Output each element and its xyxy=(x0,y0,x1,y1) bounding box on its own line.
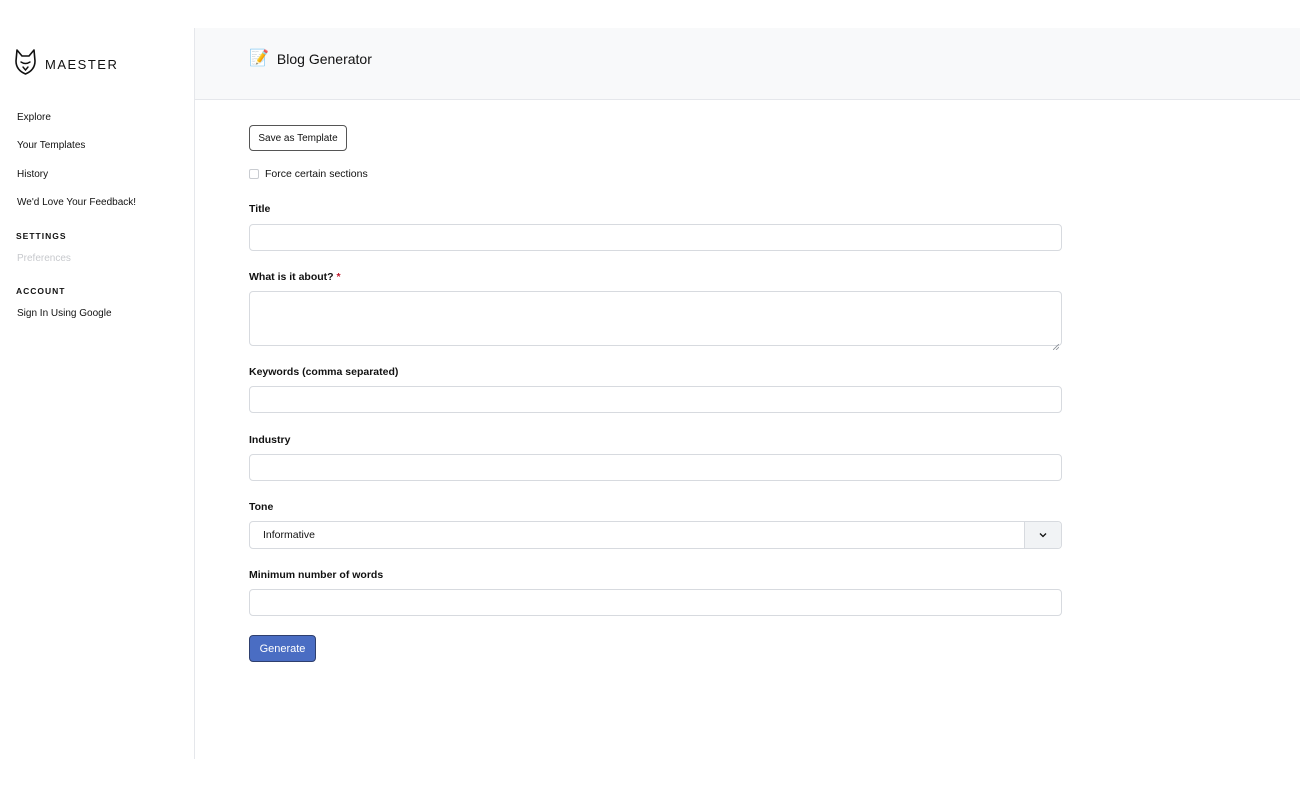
min-words-input[interactable] xyxy=(249,589,1062,616)
about-label: What is it about? * xyxy=(249,271,341,283)
tone-select[interactable]: Informative xyxy=(249,521,1062,549)
generate-button[interactable]: Generate xyxy=(249,635,316,662)
brand-name: MAESTER xyxy=(45,57,119,72)
tone-selected-value: Informative xyxy=(263,529,315,541)
sidebar-item-history[interactable]: History xyxy=(17,169,48,180)
memo-icon: 📝 xyxy=(249,50,269,67)
chevron-down-icon[interactable] xyxy=(1024,522,1061,548)
sidebar-item-feedback[interactable]: We'd Love Your Feedback! xyxy=(17,197,136,208)
title-input[interactable] xyxy=(249,224,1062,251)
brand[interactable]: MAESTER xyxy=(14,48,118,81)
required-mark: * xyxy=(336,271,341,283)
sidebar-item-your-templates[interactable]: Your Templates xyxy=(17,140,85,151)
keywords-label: Keywords (comma separated) xyxy=(249,366,399,378)
title-label: Title xyxy=(249,203,271,215)
force-sections-checkbox[interactable] xyxy=(249,169,259,179)
about-textarea[interactable] xyxy=(249,291,1062,351)
save-as-template-button[interactable]: Save as Template xyxy=(249,125,347,151)
sidebar-item-explore[interactable]: Explore xyxy=(17,112,51,123)
fox-head-icon xyxy=(14,48,37,81)
about-label-text: What is it about? xyxy=(249,271,334,283)
page-title: 📝 Blog Generator xyxy=(249,50,372,68)
industry-label: Industry xyxy=(249,434,291,446)
page-header: 📝 Blog Generator xyxy=(195,28,1300,100)
industry-input[interactable] xyxy=(249,454,1062,481)
min-words-label: Minimum number of words xyxy=(249,569,384,581)
tone-label: Tone xyxy=(249,501,274,513)
sidebar-item-preferences: Preferences xyxy=(17,253,71,264)
settings-heading: SETTINGS xyxy=(16,231,67,241)
sidebar-item-sign-in-google[interactable]: Sign In Using Google xyxy=(17,308,112,319)
resize-handle-icon[interactable] xyxy=(1052,337,1060,351)
account-heading: ACCOUNT xyxy=(16,286,66,296)
page-title-text: Blog Generator xyxy=(276,51,372,67)
force-sections-label: Force certain sections xyxy=(265,168,368,180)
force-sections-option[interactable]: Force certain sections xyxy=(249,168,368,180)
keywords-input[interactable] xyxy=(249,386,1062,413)
sidebar: MAESTER Explore Your Templates History W… xyxy=(0,28,195,759)
